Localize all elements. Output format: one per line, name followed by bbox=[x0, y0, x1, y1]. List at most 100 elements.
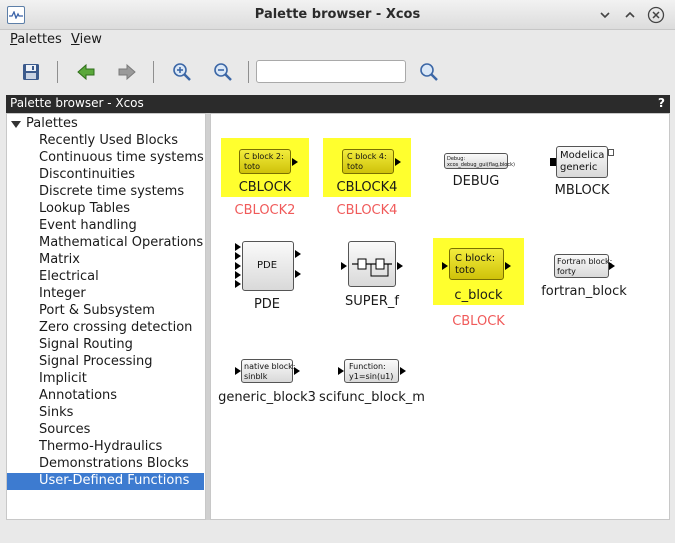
tree-item-label: Port & Subsystem bbox=[39, 303, 155, 318]
block-text-line: toto bbox=[244, 162, 261, 171]
title-bar: Palette browser - Xcos bbox=[0, 0, 675, 30]
tree-item-annotations[interactable]: Annotations bbox=[7, 388, 204, 405]
menu-view[interactable]: View bbox=[71, 32, 102, 47]
tree-item-integer[interactable]: Integer bbox=[7, 286, 204, 303]
tree-item-signal-routing[interactable]: Signal Routing bbox=[7, 337, 204, 354]
palette-tree[interactable]: Palettes Recently Used Blocks Continuous… bbox=[6, 113, 206, 520]
zoom-in-button[interactable] bbox=[170, 60, 194, 84]
block-text-line: C block: bbox=[455, 253, 496, 264]
minimize-button[interactable] bbox=[596, 6, 614, 24]
block-label: CBLOCK bbox=[238, 180, 292, 195]
tree-item-label: Thermo-Hydraulics bbox=[39, 439, 163, 454]
save-button[interactable] bbox=[19, 60, 43, 84]
block-label: MBLOCK bbox=[554, 183, 610, 198]
menu-view-mnemonic: V bbox=[71, 32, 80, 47]
block-icon bbox=[348, 241, 396, 287]
menu-bar: Palettes View bbox=[0, 30, 675, 50]
subsystem-icon bbox=[352, 258, 392, 277]
block-icon: PDE bbox=[242, 241, 294, 291]
tree-item-math-operations[interactable]: Mathematical Operations bbox=[7, 235, 204, 252]
tree-item-label: Lookup Tables bbox=[39, 201, 131, 216]
tree-item-label: Continuous time systems bbox=[39, 150, 204, 165]
tree-item-lookup-tables[interactable]: Lookup Tables bbox=[7, 201, 204, 218]
block-label: PDE bbox=[253, 297, 281, 312]
block-icon: Fortran block: forty bbox=[554, 254, 613, 278]
tree-item-discrete[interactable]: Discrete time systems bbox=[7, 184, 204, 201]
tree-item-label: Mathematical Operations bbox=[39, 235, 204, 250]
block-text-line: Modelica bbox=[560, 150, 605, 161]
tree-item-signal-processing[interactable]: Signal Processing bbox=[7, 354, 204, 371]
block-label: c_block bbox=[454, 288, 503, 303]
block-label: scifunc_block_m bbox=[319, 390, 425, 405]
block-text-line: toto bbox=[347, 162, 364, 171]
tree-item-label: Discrete time systems bbox=[39, 184, 185, 199]
tree-item-sources[interactable]: Sources bbox=[7, 422, 204, 439]
back-button[interactable] bbox=[74, 60, 98, 84]
zoom-in-icon bbox=[173, 63, 191, 81]
output-port-icon bbox=[609, 262, 615, 270]
block-name-label: CBLOCK2 bbox=[234, 203, 296, 218]
panel-title: Palette browser - Xcos bbox=[10, 96, 144, 110]
tree-item-continuous[interactable]: Continuous time systems bbox=[7, 150, 204, 167]
block-label: generic_block3 bbox=[218, 390, 316, 405]
tree-item-matrix[interactable]: Matrix bbox=[7, 252, 204, 269]
output-port-icon bbox=[400, 367, 406, 375]
menu-palettes[interactable]: Palettes bbox=[10, 32, 62, 47]
toolbar-separator bbox=[57, 61, 58, 83]
tree-item-label: Event handling bbox=[39, 218, 137, 233]
close-button[interactable] bbox=[647, 6, 665, 24]
block-text-line: Function: bbox=[349, 362, 386, 371]
tree-item-implicit[interactable]: Implicit bbox=[7, 371, 204, 388]
output-port-icon bbox=[295, 250, 301, 258]
tree-item-thermo-hydraulics[interactable]: Thermo-Hydraulics bbox=[7, 439, 204, 456]
tree-item-discontinuities[interactable]: Discontinuities bbox=[7, 167, 204, 184]
tree-item-event-handling[interactable]: Event handling bbox=[7, 218, 204, 235]
tree-item-user-defined[interactable]: User-Defined Functions bbox=[7, 473, 204, 490]
output-port-icon bbox=[397, 262, 403, 270]
help-button[interactable]: ? bbox=[658, 96, 665, 110]
output-port-icon bbox=[292, 158, 298, 166]
tree-item-label: User-Defined Functions bbox=[39, 473, 190, 488]
tree-item-electrical[interactable]: Electrical bbox=[7, 269, 204, 286]
search-button[interactable] bbox=[417, 60, 441, 84]
search-icon bbox=[420, 63, 438, 81]
block-icon: native block: sinblk bbox=[241, 359, 296, 383]
tree-item-label: Integer bbox=[39, 286, 86, 301]
block-icon: C block 2: toto bbox=[239, 149, 291, 174]
output-port-icon bbox=[395, 158, 401, 166]
tree-item-label: Sources bbox=[39, 422, 91, 437]
tree-item-port-subsystem[interactable]: Port & Subsystem bbox=[7, 303, 204, 320]
block-text-line: C block 2: bbox=[244, 152, 284, 161]
tree-item-label: Annotations bbox=[39, 388, 118, 403]
block-icon: Function: y1=sin(u1) bbox=[344, 359, 399, 383]
output-port-icon bbox=[294, 367, 300, 375]
arrow-right-icon bbox=[118, 63, 136, 81]
block-label: fortran_block bbox=[541, 284, 627, 299]
tree-item-sinks[interactable]: Sinks bbox=[7, 405, 204, 422]
block-label: CBLOCK4 bbox=[336, 180, 398, 195]
block-icon: Modelica generic bbox=[556, 146, 608, 178]
forward-button[interactable] bbox=[115, 60, 139, 84]
output-port-icon bbox=[295, 270, 301, 278]
tree-root-palettes[interactable]: Palettes bbox=[7, 116, 203, 133]
tree-item-recently-used[interactable]: Recently Used Blocks bbox=[7, 133, 204, 150]
tree-item-label: Sinks bbox=[39, 405, 74, 420]
tree-item-zero-crossing[interactable]: Zero crossing detection bbox=[7, 320, 204, 337]
tree-item-label: Discontinuities bbox=[39, 167, 136, 182]
maximize-button[interactable] bbox=[621, 6, 639, 24]
search-input[interactable] bbox=[256, 60, 406, 83]
tree-root-label: Palettes bbox=[26, 116, 78, 131]
output-port-icon bbox=[505, 262, 511, 270]
palette-blocks-area: C block 2: toto CBLOCK CBLOCK2 C block 4:… bbox=[210, 113, 670, 520]
expand-arrow-icon[interactable] bbox=[11, 121, 21, 128]
tree-item-demonstrations[interactable]: Demonstrations Blocks bbox=[7, 456, 204, 473]
block-label: DEBUG bbox=[452, 174, 500, 189]
block-name-label: CBLOCK4 bbox=[336, 203, 398, 218]
block-text-line: native block: bbox=[244, 362, 296, 371]
zoom-out-button[interactable] bbox=[211, 60, 235, 84]
input-port-icon bbox=[341, 262, 347, 270]
block-text-line: Fortran block: bbox=[557, 257, 613, 266]
tree-item-label: Recently Used Blocks bbox=[39, 133, 178, 148]
block-text-line: sinblk bbox=[244, 372, 268, 381]
block-label: SUPER_f bbox=[345, 294, 399, 309]
